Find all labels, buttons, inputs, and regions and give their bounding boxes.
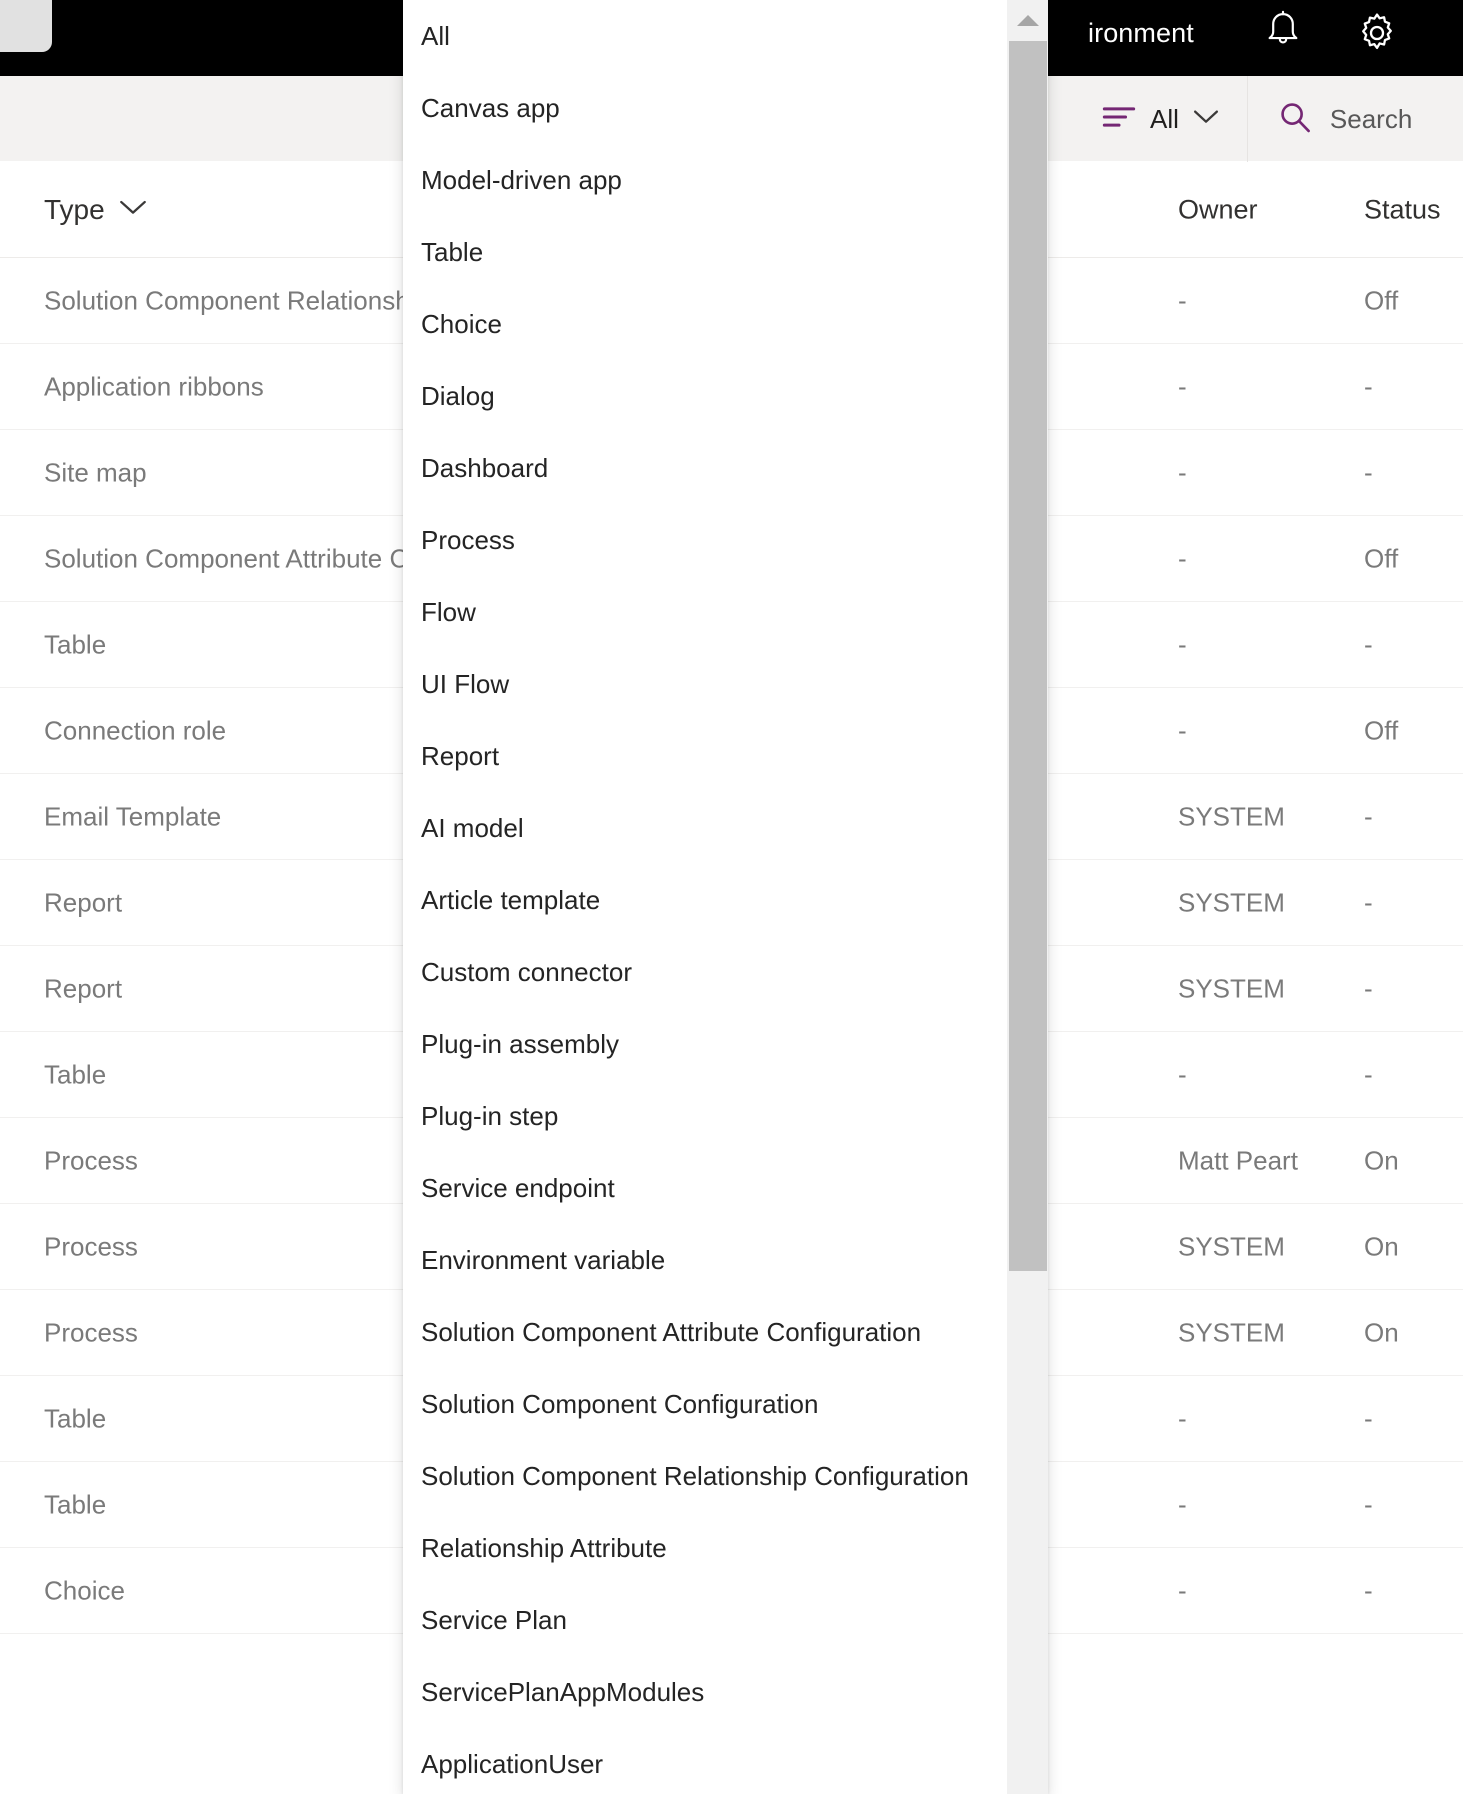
filter-lines-icon [1102, 104, 1136, 135]
notification-bell-icon[interactable] [1262, 10, 1304, 56]
search-icon [1278, 100, 1312, 139]
column-header-status[interactable]: Status [1364, 194, 1441, 225]
dropdown-option[interactable]: Service Plan [403, 1584, 1048, 1656]
dropdown-option[interactable]: All [403, 0, 1048, 72]
dropdown-option[interactable]: ApplicationUser [403, 1728, 1048, 1794]
search-input-placeholder: Search [1330, 104, 1412, 135]
search-box[interactable]: Search [1248, 76, 1438, 162]
cell-type: Connection role [44, 715, 226, 746]
cell-status: On [1364, 1231, 1399, 1262]
cell-owner: - [1178, 1059, 1187, 1090]
cell-type: Table [44, 629, 106, 660]
cell-owner: SYSTEM [1178, 1231, 1285, 1262]
dropdown-option[interactable]: Choice [403, 288, 1048, 360]
cell-status: - [1364, 629, 1373, 660]
cell-type: Process [44, 1317, 138, 1348]
dropdown-option[interactable]: Solution Component Configuration [403, 1368, 1048, 1440]
cell-owner: - [1178, 285, 1187, 316]
dropdown-option[interactable]: Solution Component Relationship Configur… [403, 1440, 1048, 1512]
column-header-type-label: Type [44, 194, 105, 226]
dropdown-scrollbar[interactable] [1007, 0, 1048, 1794]
cell-status: Off [1364, 715, 1398, 746]
column-header-type[interactable]: Type [44, 194, 147, 226]
dropdown-option[interactable]: Canvas app [403, 72, 1048, 144]
cell-status: Off [1364, 285, 1398, 316]
dropdown-option[interactable]: Process [403, 504, 1048, 576]
environment-name-label: ironment [1088, 18, 1194, 49]
cell-owner: - [1178, 371, 1187, 402]
column-header-owner[interactable]: Owner [1178, 194, 1258, 225]
cell-status: - [1364, 1575, 1373, 1606]
cell-status: - [1364, 801, 1373, 832]
dropdown-option[interactable]: ServicePlanAppModules [403, 1656, 1048, 1728]
dropdown-option[interactable]: Dialog [403, 360, 1048, 432]
cell-owner: - [1178, 715, 1187, 746]
dropdown-option[interactable]: Report [403, 720, 1048, 792]
cell-status: On [1364, 1317, 1399, 1348]
cell-owner: - [1178, 457, 1187, 488]
cell-status: - [1364, 887, 1373, 918]
dropdown-option[interactable]: Flow [403, 576, 1048, 648]
cell-type: Process [44, 1145, 138, 1176]
cell-owner: - [1178, 1403, 1187, 1434]
cell-type: Table [44, 1059, 106, 1090]
dropdown-option[interactable]: Article template [403, 864, 1048, 936]
cell-status: - [1364, 1403, 1373, 1434]
command-bar-right-group: All Search [1072, 76, 1438, 162]
cell-owner: SYSTEM [1178, 801, 1285, 832]
settings-gear-icon[interactable] [1354, 10, 1400, 56]
dropdown-option[interactable]: Environment variable [403, 1224, 1048, 1296]
component-type-filter-menu[interactable]: AllCanvas appModel-driven appTableChoice… [403, 0, 1048, 1794]
cell-status: Off [1364, 543, 1398, 574]
cell-owner: SYSTEM [1178, 973, 1285, 1004]
cell-owner: - [1178, 1489, 1187, 1520]
cell-owner: - [1178, 629, 1187, 660]
cell-owner: SYSTEM [1178, 887, 1285, 918]
app-root: ironment [0, 0, 1463, 1794]
cell-type: Table [44, 1403, 106, 1434]
cell-type: Choice [44, 1575, 125, 1606]
cell-type: Site map [44, 457, 147, 488]
cell-type: Report [44, 887, 122, 918]
dropdown-option[interactable]: AI model [403, 792, 1048, 864]
app-header-actions [1262, 10, 1400, 56]
dropdown-option[interactable]: Plug-in assembly [403, 1008, 1048, 1080]
dropdown-option[interactable]: Service endpoint [403, 1152, 1048, 1224]
cell-type: Application ribbons [44, 371, 264, 402]
cell-owner: - [1178, 1575, 1187, 1606]
dropdown-option[interactable]: Dashboard [403, 432, 1048, 504]
dropdown-option[interactable]: Model-driven app [403, 144, 1048, 216]
cell-status: - [1364, 457, 1373, 488]
cell-status: - [1364, 973, 1373, 1004]
cell-type: Email Template [44, 801, 221, 832]
dropdown-option[interactable]: Solution Component Attribute Configurati… [403, 1296, 1048, 1368]
dropdown-option[interactable]: Table [403, 216, 1048, 288]
cell-type: Process [44, 1231, 138, 1262]
type-filter-value: All [1150, 104, 1179, 135]
cell-status: - [1364, 371, 1373, 402]
cell-status: - [1364, 1489, 1373, 1520]
chevron-down-icon [1193, 108, 1219, 131]
dropdown-option[interactable]: Plug-in step [403, 1080, 1048, 1152]
cell-type: Table [44, 1489, 106, 1520]
dropdown-option[interactable]: Relationship Attribute [403, 1512, 1048, 1584]
cell-owner: Matt Peart [1178, 1145, 1298, 1176]
cell-type: Report [44, 973, 122, 1004]
dropdown-option-list: AllCanvas appModel-driven appTableChoice… [403, 0, 1048, 1794]
scroll-up-arrow-icon[interactable] [1007, 0, 1048, 41]
chevron-down-icon [119, 198, 147, 222]
cell-owner: - [1178, 543, 1187, 574]
cell-owner: SYSTEM [1178, 1317, 1285, 1348]
browser-tab-stub[interactable] [0, 0, 52, 52]
type-filter-dropdown-button[interactable]: All [1072, 76, 1248, 162]
scrollbar-thumb[interactable] [1009, 41, 1047, 1271]
cell-status: - [1364, 1059, 1373, 1090]
cell-status: On [1364, 1145, 1399, 1176]
dropdown-option[interactable]: Custom connector [403, 936, 1048, 1008]
dropdown-option[interactable]: UI Flow [403, 648, 1048, 720]
